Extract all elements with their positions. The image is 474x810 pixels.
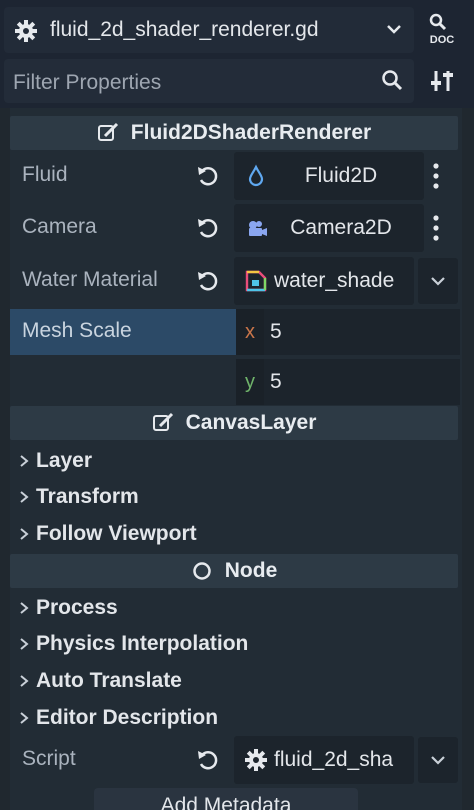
revert-icon[interactable] <box>196 217 220 239</box>
camera-resource-field[interactable]: Camera2D <box>234 204 424 252</box>
camera-label: Camera <box>22 215 97 238</box>
mesh-scale-x-field[interactable]: x 5 <box>236 309 460 355</box>
shader-material-icon <box>245 270 267 292</box>
gear-icon <box>15 20 37 42</box>
tools-icon[interactable] <box>430 69 456 93</box>
fluid-resource-field[interactable]: Fluid2D <box>234 152 424 200</box>
mesh-scale-row[interactable]: Mesh Scale <box>10 309 236 355</box>
chevron-right-icon <box>20 712 29 724</box>
filter-bar: Filter Properties <box>0 56 474 106</box>
group-auto-translate[interactable]: Auto Translate <box>18 669 182 693</box>
revert-icon[interactable] <box>196 749 220 771</box>
camera-icon <box>249 221 267 236</box>
group-physics-interpolation[interactable]: Physics Interpolation <box>18 632 248 656</box>
group-label: Editor Description <box>36 706 219 729</box>
section-fluid2d-shader-renderer: Fluid2DShaderRenderer <box>10 116 458 150</box>
water-material-dropdown[interactable] <box>418 258 458 304</box>
edit-script-icon <box>152 412 173 431</box>
section-node: Node <box>10 554 458 588</box>
group-label: Follow Viewport <box>36 522 197 545</box>
chevron-right-icon <box>20 528 29 540</box>
chevron-right-icon <box>20 491 29 503</box>
script-name: fluid_2d_shader_renderer.gd <box>50 18 319 41</box>
section-title: Fluid2DShaderRenderer <box>130 121 372 144</box>
doc-icon[interactable]: DOC <box>426 12 458 46</box>
chevron-right-icon <box>20 675 29 687</box>
gear-icon <box>245 749 267 771</box>
camera-options-icon[interactable] <box>426 204 446 252</box>
script-toolbar: fluid_2d_shader_renderer.gd DOC <box>0 0 474 60</box>
fluid-options-icon[interactable] <box>426 152 446 200</box>
camera-value: Camera2D <box>290 216 392 239</box>
mesh-scale-y-value: 5 <box>270 370 282 393</box>
group-label: Physics Interpolation <box>36 632 249 655</box>
chevron-down-icon <box>431 277 445 286</box>
section-canvas-layer: CanvasLayer <box>10 406 458 440</box>
group-label: Transform <box>36 485 139 508</box>
group-label: Auto Translate <box>36 669 182 692</box>
mesh-scale-label: Mesh Scale <box>22 319 132 342</box>
section-title: Node <box>224 559 278 582</box>
group-layer[interactable]: Layer <box>18 449 92 473</box>
script-dropdown[interactable] <box>418 737 458 783</box>
script-value: fluid_2d_sha <box>274 748 394 771</box>
fluid-label: Fluid <box>22 163 68 186</box>
add-metadata-button[interactable]: Add Metadata <box>94 788 358 810</box>
group-editor-description[interactable]: Editor Description <box>18 706 218 730</box>
chevron-right-icon <box>20 638 29 650</box>
group-label: Process <box>36 596 118 619</box>
group-transform[interactable]: Transform <box>18 485 139 509</box>
section-title: CanvasLayer <box>185 411 317 434</box>
chevron-down-icon <box>387 25 401 34</box>
script-selector[interactable]: fluid_2d_shader_renderer.gd <box>4 7 414 53</box>
svg-text:DOC: DOC <box>430 34 455 46</box>
group-follow-viewport[interactable]: Follow Viewport <box>18 522 197 546</box>
mesh-scale-y-field[interactable]: y 5 <box>236 359 460 405</box>
filter-properties-input[interactable]: Filter Properties <box>4 59 414 103</box>
mesh-scale-x-value: 5 <box>270 320 282 343</box>
fluid-value: Fluid2D <box>304 164 378 187</box>
water-material-label: Water Material <box>22 268 158 291</box>
group-label: Layer <box>36 449 93 472</box>
revert-icon[interactable] <box>196 270 220 292</box>
chevron-down-icon <box>431 756 445 765</box>
axis-x-label: x <box>236 309 264 355</box>
chevron-right-icon <box>20 602 29 614</box>
revert-icon[interactable] <box>196 165 220 187</box>
water-material-value: water_shade <box>274 269 395 292</box>
script-label: Script <box>22 747 76 770</box>
edit-script-icon <box>97 122 118 141</box>
fluid-drop-icon <box>248 164 264 187</box>
add-metadata-label: Add Metadata <box>160 794 292 810</box>
chevron-right-icon <box>20 455 29 467</box>
group-process[interactable]: Process <box>18 596 118 620</box>
node-icon <box>193 562 211 580</box>
axis-y-label: y <box>236 359 264 405</box>
search-icon <box>382 70 403 91</box>
filter-placeholder: Filter Properties <box>13 71 162 94</box>
script-resource-field[interactable]: fluid_2d_sha <box>234 736 414 784</box>
water-material-resource-field[interactable]: water_shade <box>234 257 414 305</box>
